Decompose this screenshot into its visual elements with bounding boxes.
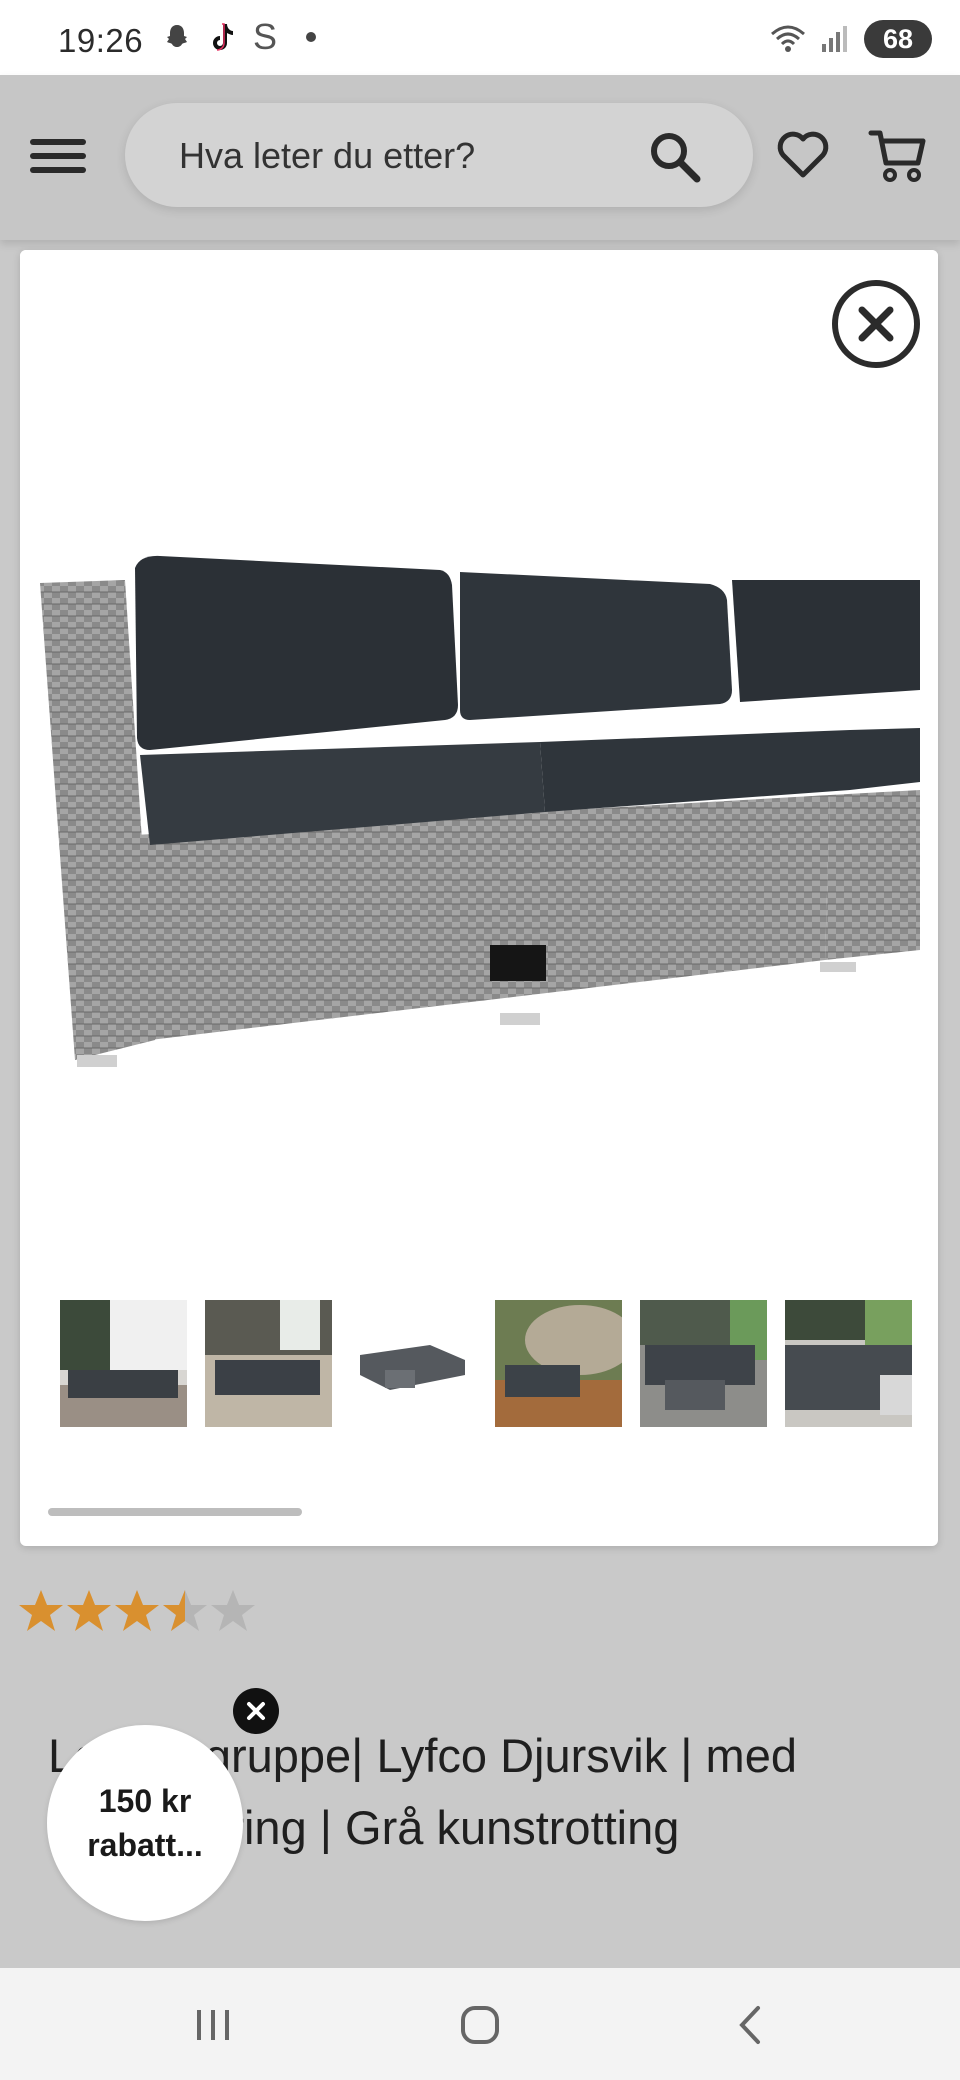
status-right: 68 — [770, 20, 932, 58]
status-bar: 19:26 S 68 — [0, 0, 960, 75]
battery-indicator: 68 — [864, 20, 932, 58]
discount-close-button[interactable] — [233, 1688, 279, 1734]
star-half-icon — [163, 1590, 207, 1631]
star-filled-icon — [115, 1590, 159, 1631]
more-notifications-dot — [306, 32, 316, 42]
site-header — [0, 75, 960, 240]
search-input[interactable] — [177, 103, 641, 209]
thumbnail-4[interactable] — [495, 1300, 622, 1427]
discount-bubble[interactable]: 150 kr rabatt... — [47, 1725, 243, 1921]
discount-amount: 150 kr — [98, 1783, 192, 1819]
thumbnail-1[interactable] — [60, 1300, 187, 1427]
menu-button[interactable] — [28, 131, 88, 181]
back-icon[interactable] — [720, 2000, 780, 2050]
tiktok-icon — [204, 20, 238, 54]
thumbnail-strip — [60, 1300, 912, 1427]
status-time: 19:26 — [58, 22, 144, 59]
star-empty-icon — [211, 1590, 255, 1631]
search-bar[interactable] — [125, 103, 753, 209]
image-gallery-modal — [20, 250, 938, 1546]
menu-icon — [30, 139, 86, 173]
close-button[interactable] — [832, 280, 920, 368]
snapchat-icon — [160, 20, 194, 54]
product-rating[interactable] — [18, 1588, 256, 1634]
search-icon[interactable] — [647, 129, 703, 185]
notification-icons: S — [160, 16, 316, 57]
thumbnail-5[interactable] — [640, 1300, 767, 1427]
product-main-image[interactable] — [20, 250, 938, 1250]
wifi-icon — [771, 25, 805, 52]
s-app-icon: S — [252, 16, 277, 57]
recent-apps-icon[interactable] — [183, 2000, 243, 2050]
close-icon — [247, 1702, 265, 1720]
signal-icon — [822, 26, 847, 52]
star-filled-icon — [67, 1590, 111, 1631]
home-icon[interactable] — [450, 2000, 510, 2050]
thumbnail-scrollbar[interactable] — [48, 1508, 302, 1516]
heart-icon[interactable] — [775, 127, 831, 183]
discount-label: rabatt... — [87, 1827, 203, 1863]
close-icon — [858, 306, 894, 342]
discount-text: 150 kr rabatt... — [70, 1779, 220, 1867]
thumbnail-3[interactable] — [350, 1300, 477, 1427]
cart-icon[interactable] — [868, 125, 928, 185]
thumbnail-6[interactable] — [785, 1300, 912, 1427]
star-filled-icon — [19, 1590, 63, 1631]
thumbnail-2[interactable] — [205, 1300, 332, 1427]
system-nav-bar — [0, 1968, 960, 2080]
